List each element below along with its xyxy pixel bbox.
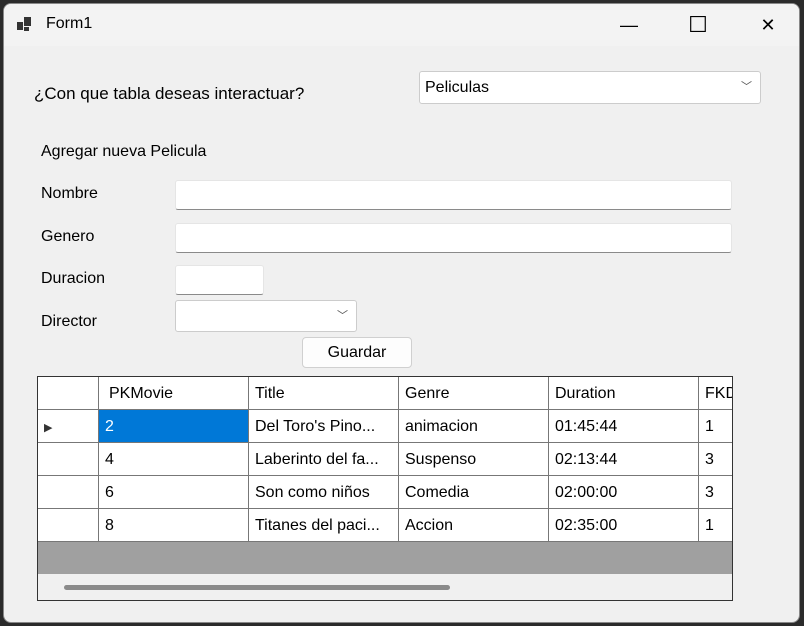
- table-cell[interactable]: Accion: [399, 509, 549, 542]
- table-cell[interactable]: 8: [99, 509, 249, 542]
- column-header[interactable]: FKDirector: [699, 377, 732, 410]
- row-header[interactable]: [38, 509, 99, 542]
- row-header-corner: [38, 377, 99, 410]
- table-cell[interactable]: 01:45:44: [549, 410, 699, 443]
- table-cell[interactable]: Del Toro's Pino...: [249, 410, 399, 443]
- genero-input[interactable]: [175, 223, 732, 253]
- table-cell[interactable]: 02:00:00: [549, 476, 699, 509]
- table-cell[interactable]: Titanes del paci...: [249, 509, 399, 542]
- column-header[interactable]: Title: [249, 377, 399, 410]
- duracion-label: Duracion: [41, 270, 106, 287]
- form-heading: Agregar nueva Pelicula: [41, 143, 207, 160]
- movies-grid[interactable]: PKMovie Title Genre Duration FKDirector …: [37, 376, 733, 601]
- table-cell[interactable]: 02:13:44: [549, 443, 699, 476]
- table-cell[interactable]: 4: [99, 443, 249, 476]
- window-title: Form1: [46, 15, 93, 32]
- column-header[interactable]: Duration: [549, 377, 699, 410]
- grid-header-row: PKMovie Title Genre Duration FKDirector: [38, 377, 732, 410]
- table-cell[interactable]: 3: [699, 443, 732, 476]
- column-header[interactable]: Genre: [399, 377, 549, 410]
- director-combo[interactable]: ﹀: [175, 300, 357, 332]
- chevron-down-icon: ﹀: [337, 310, 348, 322]
- current-row-arrow-icon: ▶: [44, 422, 53, 434]
- guardar-button[interactable]: Guardar: [302, 337, 412, 368]
- minimize-button[interactable]: —: [606, 4, 652, 46]
- director-label: Director: [41, 313, 98, 330]
- table-selector-combo[interactable]: Peliculas ﹀: [419, 71, 761, 104]
- table-cell[interactable]: Laberinto del fa...: [249, 443, 399, 476]
- table-row[interactable]: 8 Titanes del paci... Accion 02:35:00 1: [38, 509, 732, 542]
- table-cell[interactable]: 1: [699, 410, 732, 443]
- horizontal-scrollbar[interactable]: [64, 585, 450, 590]
- table-row[interactable]: 4 Laberinto del fa... Suspenso 02:13:44 3: [38, 443, 732, 476]
- nombre-label: Nombre: [41, 185, 98, 202]
- table-cell[interactable]: 6: [99, 476, 249, 509]
- maximize-button[interactable]: ☐: [675, 4, 721, 46]
- close-button[interactable]: ✕: [745, 4, 791, 46]
- table-cell[interactable]: 1: [699, 509, 732, 542]
- table-cell[interactable]: 3: [699, 476, 732, 509]
- genero-label: Genero: [41, 228, 95, 245]
- title-bar: Form1 — ☐ ✕: [4, 4, 799, 46]
- table-cell[interactable]: 02:35:00: [549, 509, 699, 542]
- column-header[interactable]: PKMovie: [99, 377, 249, 410]
- table-row[interactable]: 6 Son como niños Comedia 02:00:00 3: [38, 476, 732, 509]
- row-header[interactable]: [38, 443, 99, 476]
- grid-empty-area: [38, 542, 732, 574]
- form1-window: Form1 — ☐ ✕ ¿Con que tabla deseas intera…: [3, 3, 800, 623]
- chevron-down-icon: ﹀: [741, 81, 752, 93]
- row-header[interactable]: ▶: [38, 410, 99, 443]
- table-selector-value: Peliculas: [425, 79, 490, 96]
- nombre-input[interactable]: [175, 180, 732, 210]
- table-cell[interactable]: animacion: [399, 410, 549, 443]
- row-header[interactable]: [38, 476, 99, 509]
- table-selector-label: ¿Con que tabla deseas interactuar?: [34, 84, 305, 103]
- duracion-input[interactable]: [175, 265, 264, 295]
- app-icon: [17, 17, 31, 31]
- table-cell[interactable]: 2: [99, 410, 249, 443]
- table-row[interactable]: ▶ 2 Del Toro's Pino... animacion 01:45:44 1: [38, 410, 732, 443]
- table-cell[interactable]: Son como niños: [249, 476, 399, 509]
- table-cell[interactable]: Suspenso: [399, 443, 549, 476]
- table-cell[interactable]: Comedia: [399, 476, 549, 509]
